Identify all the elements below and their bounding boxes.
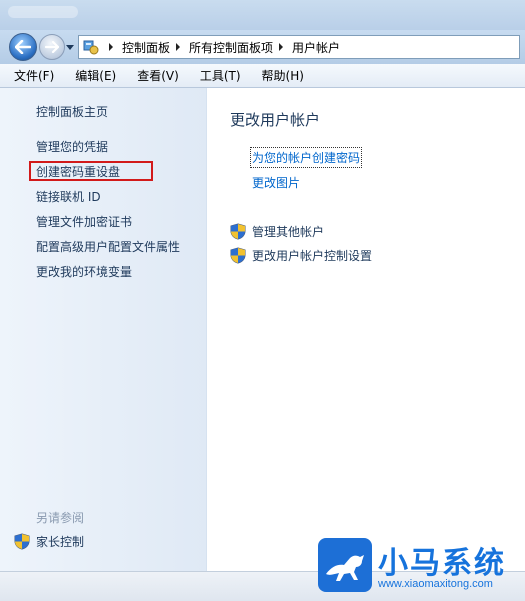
breadcrumb-all-items[interactable]: 所有控制面板项 (189, 39, 273, 56)
parental-controls-item[interactable]: 家长控制 (14, 533, 84, 550)
create-password-reset-disk-link[interactable]: 创建密码重设盘 (36, 163, 120, 180)
breadcrumb-user-accounts[interactable]: 用户帐户 (292, 39, 340, 56)
page-title: 更改用户帐户 (230, 111, 321, 129)
breadcrumb-separator-icon[interactable] (109, 43, 113, 51)
link-online-id-link[interactable]: 链接联机 ID (36, 188, 101, 205)
change-uac-settings-link[interactable]: 更改用户帐户控制设置 (252, 247, 372, 264)
create-password-link[interactable]: 为您的帐户创建密码 (249, 147, 363, 168)
uac-shield-icon (14, 533, 30, 550)
manage-credentials-link[interactable]: 管理您的凭据 (36, 138, 108, 155)
navigation-bar: 控制面板 所有控制面板项 用户帐户 (0, 30, 525, 64)
window-title-bar (0, 0, 525, 30)
menu-bar: 文件(F) 编辑(E) 查看(V) 工具(T) 帮助(H) (0, 64, 525, 88)
forward-button[interactable] (39, 34, 65, 60)
see-also-heading: 另请参阅 (36, 511, 85, 525)
menu-file[interactable]: 文件(F) (10, 65, 58, 86)
watermark: 小马系统 www.xiaomaxitong.com (318, 538, 523, 596)
back-arrow-icon (15, 40, 31, 54)
breadcrumb-control-panel[interactable]: 控制面板 (122, 39, 170, 56)
change-environment-variables-link[interactable]: 更改我的环境变量 (36, 263, 132, 280)
recent-pages-dropdown-icon[interactable] (66, 43, 74, 51)
uac-shield-icon (230, 223, 246, 240)
manage-file-encryption-certificates-link[interactable]: 管理文件加密证书 (36, 213, 132, 230)
manage-other-accounts-link[interactable]: 管理其他帐户 (252, 223, 324, 240)
manage-other-accounts-item[interactable]: 管理其他帐户 (230, 223, 324, 240)
control-panel-home-link[interactable]: 控制面板主页 (36, 103, 108, 120)
configure-advanced-profile-properties-link[interactable]: 配置高级用户配置文件属性 (36, 238, 180, 255)
uac-shield-icon (230, 247, 246, 264)
breadcrumb-separator-icon[interactable] (279, 43, 284, 51)
control-panel-icon (83, 40, 99, 55)
breadcrumb-separator-icon[interactable] (176, 43, 181, 51)
menu-view[interactable]: 查看(V) (133, 65, 183, 86)
title-bar-blur (8, 6, 78, 18)
address-bar[interactable]: 控制面板 所有控制面板项 用户帐户 (78, 35, 520, 59)
menu-help[interactable]: 帮助(H) (258, 65, 308, 86)
back-button[interactable] (9, 33, 37, 61)
parental-controls-link[interactable]: 家长控制 (36, 533, 84, 550)
forward-arrow-icon (45, 41, 59, 53)
menu-edit[interactable]: 编辑(E) (71, 65, 120, 86)
task-pane: 控制面板主页 管理您的凭据 创建密码重设盘 链接联机 ID 管理文件加密证书 配… (0, 88, 207, 571)
change-picture-link[interactable]: 更改图片 (252, 174, 300, 191)
horse-logo-icon (318, 538, 372, 592)
main-content: 更改用户帐户 为您的帐户创建密码 更改图片 管理其他帐户 更改用户帐户控制设置 (207, 88, 525, 571)
menu-tools[interactable]: 工具(T) (196, 65, 245, 86)
watermark-brand: 小马系统 (378, 546, 506, 581)
change-uac-settings-item[interactable]: 更改用户帐户控制设置 (230, 247, 372, 264)
watermark-url: www.xiaomaxitong.com (378, 578, 493, 590)
